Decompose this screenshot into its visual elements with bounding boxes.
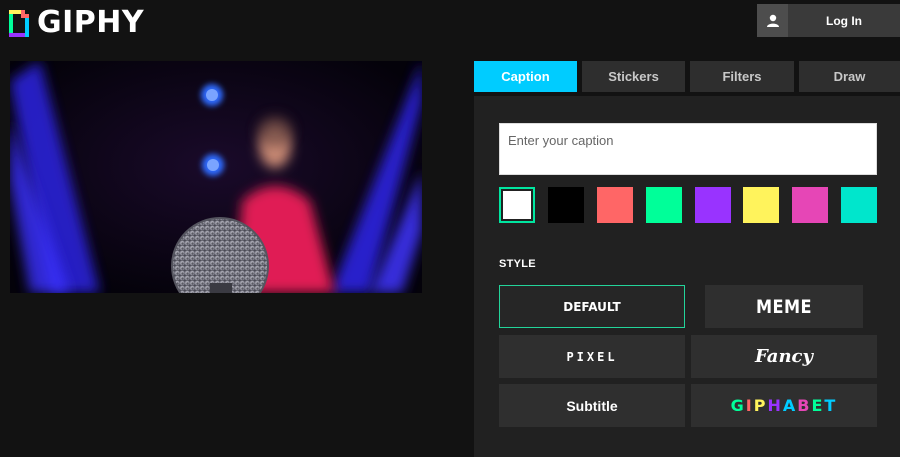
style-option-subtitle[interactable]: Subtitle [499,384,685,427]
giphabet-letter: A [782,396,798,415]
color-swatch-red[interactable] [597,187,633,223]
style-option-default[interactable]: DEFAULT [499,285,685,328]
style-option-meme-label: MEME [756,295,812,318]
style-section-label: STYLE [499,258,536,270]
giphabet-letter: B [797,396,812,415]
color-swatch-yellow[interactable] [743,187,779,223]
user-icon [757,4,788,37]
giphabet-letter: P [753,396,768,415]
login-button[interactable]: Log In [757,4,900,37]
style-option-giphabet[interactable]: GIPHABET [691,384,877,427]
giphabet-letter: G [730,396,746,415]
style-option-pixel[interactable]: PIXEL [499,335,685,378]
giphy-logo-text: GIPHY [37,4,145,40]
tab-stickers[interactable]: Stickers [582,61,685,92]
style-option-giphabet-label: GIPHABET [731,396,838,415]
giphabet-letter: E [811,396,825,415]
style-option-pixel-label: PIXEL [566,349,618,364]
color-swatch-black[interactable] [548,187,584,223]
style-option-default-label: DEFAULT [563,299,621,314]
gif-preview-image [10,61,422,293]
style-option-subtitle-label: Subtitle [566,397,618,414]
color-swatch-pink[interactable] [792,187,828,223]
color-swatch-green[interactable] [646,187,682,223]
tab-draw[interactable]: Draw [799,61,900,92]
color-swatch-teal[interactable] [841,187,877,223]
giphabet-letter: I [745,396,754,415]
style-option-meme[interactable]: MEME [704,285,864,328]
giphy-logo[interactable]: GIPHY [9,4,145,40]
giphabet-letter: T [824,396,838,415]
editor-tabs: Caption Stickers Filters Draw [474,61,900,92]
color-swatch-white[interactable] [499,187,535,223]
tab-caption[interactable]: Caption [474,61,577,92]
gif-preview [10,61,422,293]
login-label: Log In [826,13,862,28]
color-swatch-purple[interactable] [695,187,731,223]
giphabet-letter: H [767,396,783,415]
giphy-logo-icon [9,7,31,37]
tab-filters[interactable]: Filters [690,61,794,92]
style-option-fancy-label: Fancy [755,346,813,367]
style-option-fancy[interactable]: Fancy [691,335,877,378]
caption-input[interactable] [499,123,877,175]
